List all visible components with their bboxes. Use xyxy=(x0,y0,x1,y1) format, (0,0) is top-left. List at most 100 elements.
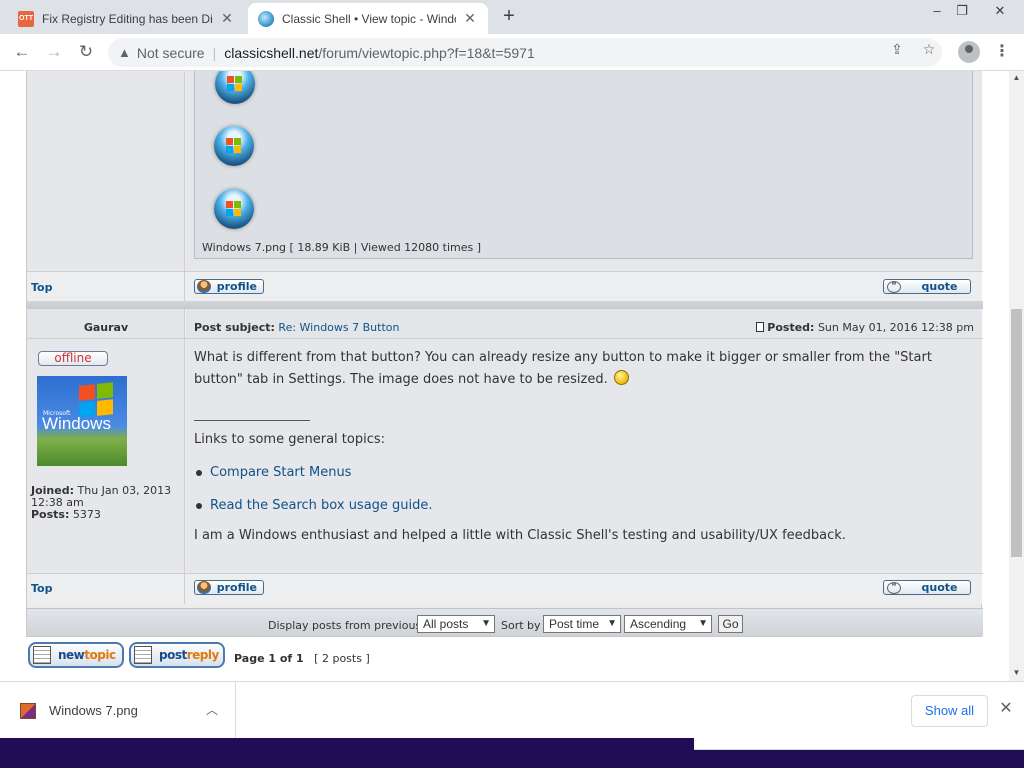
close-icon[interactable]: ✕ xyxy=(996,698,1016,720)
windows-flag-icon xyxy=(79,382,113,418)
reload-icon[interactable]: ↻ xyxy=(74,40,98,64)
bullet-icon xyxy=(196,470,202,476)
post-document-icon[interactable] xyxy=(756,322,765,332)
search-box-guide-link[interactable]: Read the Search box usage guide. xyxy=(210,495,433,517)
bullet-icon xyxy=(196,503,202,509)
attachment-caption: Windows 7.png [ 18.89 KiB | Viewed 12080… xyxy=(202,241,482,254)
attachment-box: Windows 7.png [ 18.89 KiB | Viewed 12080… xyxy=(194,71,973,259)
vertical-scrollbar[interactable]: ▲ ▼ xyxy=(1009,71,1024,681)
quote-button[interactable]: " quote xyxy=(883,279,971,294)
quote-bubble-icon: " xyxy=(887,280,901,293)
display-label: Display posts from previous: xyxy=(268,619,425,632)
sort-label: Sort by xyxy=(501,619,541,632)
address-bar[interactable]: ▲ Not secure | classicshell.net/forum/vi… xyxy=(108,38,942,67)
compare-start-menus-link[interactable]: Compare Start Menus xyxy=(210,462,351,484)
post-reply-button[interactable]: post reply xyxy=(129,642,225,668)
back-arrow-icon[interactable]: ← xyxy=(10,40,34,64)
top-link[interactable]: Top xyxy=(31,281,52,294)
chevron-down-icon: ▼ xyxy=(698,618,708,629)
signature-heading: Links to some general topics: xyxy=(194,432,385,447)
go-button[interactable]: Go xyxy=(718,615,743,633)
show-all-button[interactable]: Show all xyxy=(911,695,988,727)
subject-link[interactable]: Re: Windows 7 Button xyxy=(278,321,399,334)
warning-triangle-icon[interactable]: ▲ xyxy=(118,45,131,60)
url-path: /forum/viewtopic.php?f=18&t=5971 xyxy=(318,44,535,61)
post-reply-icon xyxy=(134,646,152,664)
desktop-taskbar xyxy=(0,738,1024,768)
profile-avatar-icon[interactable] xyxy=(958,41,980,63)
sort-order-value: Ascending xyxy=(630,617,687,631)
chevron-up-icon[interactable]: ︿ xyxy=(206,701,218,718)
user-profile-icon xyxy=(197,581,211,594)
sort-by-select[interactable]: Post time ▼ xyxy=(543,615,621,633)
windows-orb-image[interactable] xyxy=(214,126,254,166)
post-count: [ 2 posts ] xyxy=(314,652,370,665)
post-date: Posted: Sun May 01, 2016 12:38 pm xyxy=(756,321,974,334)
sort-order-select[interactable]: Ascending ▼ xyxy=(624,615,712,633)
post1-author-cell xyxy=(27,71,185,271)
kebab-menu-icon[interactable]: ⋮ xyxy=(992,41,1012,63)
post-text: What is different from that button? You … xyxy=(194,347,974,391)
display-options-bar: Display posts from previous: All posts ▼ … xyxy=(27,608,983,636)
post-body: What is different from that button? You … xyxy=(194,347,974,547)
url-domain: classicshell.net xyxy=(224,44,319,61)
sort-by-value: Post time xyxy=(549,617,600,631)
tab-close-icon[interactable]: ✕ xyxy=(219,10,235,27)
page-info: Page 1 of 1 xyxy=(234,652,304,665)
list-item: Compare Start Menus xyxy=(194,462,974,484)
avatar: Microsoft Windows xyxy=(37,376,127,466)
post2-content: What is different from that button? You … xyxy=(186,339,982,573)
new-topic-button[interactable]: new topic xyxy=(28,642,124,668)
post2-subject-header: Post subject: Re: Windows 7 Button Poste… xyxy=(186,309,982,338)
window-edge xyxy=(694,738,1024,750)
browser-toolbar: ← → ↻ ▲ Not secure | classicshell.net/fo… xyxy=(0,34,1024,71)
new-topic-label-1: new xyxy=(58,648,85,662)
profile-button[interactable]: profile xyxy=(194,580,264,595)
download-file-name: Windows 7.png xyxy=(49,703,138,718)
signature-footer: I am a Windows enthusiast and helped a l… xyxy=(194,528,846,543)
windows-orb-image[interactable] xyxy=(215,71,255,104)
scroll-down-arrow-icon[interactable]: ▼ xyxy=(1009,668,1024,677)
classic-shell-favicon-icon xyxy=(258,10,274,27)
page-viewport: Windows 7.png [ 18.89 KiB | Viewed 12080… xyxy=(0,71,1009,681)
subject-label: Post subject: xyxy=(194,321,275,334)
download-item[interactable]: Windows 7.png ︿ xyxy=(0,682,236,738)
pagination: Page 1 of 1 [ 2 posts ] xyxy=(234,652,370,665)
tab-title: Classic Shell • View topic - Windo xyxy=(282,11,456,26)
display-posts-select[interactable]: All posts ▼ xyxy=(417,615,495,633)
offline-status-badge: offline xyxy=(38,351,108,366)
list-item: Read the Search box usage guide. xyxy=(194,495,974,517)
post-subject: Post subject: Re: Windows 7 Button xyxy=(194,321,399,334)
scroll-up-arrow-icon[interactable]: ▲ xyxy=(1009,73,1024,82)
omnibox-divider: | xyxy=(212,44,217,61)
author-stats: Joined: Thu Jan 03, 2013 12:38 am Posts:… xyxy=(31,485,181,521)
quote-button[interactable]: " quote xyxy=(883,580,971,595)
forward-arrow-icon[interactable]: → xyxy=(42,40,66,64)
top-link[interactable]: Top xyxy=(31,582,52,595)
security-label[interactable]: Not secure xyxy=(137,45,205,61)
share-icon[interactable]: ⇪ xyxy=(886,38,908,60)
post-separator xyxy=(27,301,983,309)
profile-button[interactable]: profile xyxy=(194,279,264,294)
avatar-windows-text: Windows xyxy=(42,414,111,433)
tab-close-icon[interactable]: ✕ xyxy=(462,10,478,27)
windows-orb-image[interactable] xyxy=(214,189,254,229)
signature-divider xyxy=(194,420,310,421)
post1-footer-right xyxy=(186,272,982,301)
restore-button[interactable]: ❐ xyxy=(946,0,978,24)
posted-label: Posted: xyxy=(767,321,815,334)
post2-author-profile: offline Microsoft Windows Joined: Thu Ja… xyxy=(27,339,185,573)
scrollbar-thumb[interactable] xyxy=(1011,309,1022,557)
tab-classic-shell[interactable]: Classic Shell • View topic - Windo ✕ xyxy=(248,3,488,34)
bookmark-star-icon[interactable]: ☆ xyxy=(918,38,940,60)
new-tab-button[interactable]: + xyxy=(498,6,520,28)
image-file-icon xyxy=(20,703,36,719)
post2-author-header: Gaurav xyxy=(27,309,185,338)
post-author-name[interactable]: Gaurav xyxy=(27,321,185,334)
new-topic-icon xyxy=(33,646,51,664)
posts-count: 5373 xyxy=(72,508,101,521)
tab-fix-registry[interactable]: OTT Fix Registry Editing has been Dis ✕ xyxy=(8,3,245,34)
smiley-icon xyxy=(613,370,629,385)
chevron-down-icon: ▼ xyxy=(607,618,617,629)
window-close-button[interactable]: ✕ xyxy=(984,0,1016,24)
